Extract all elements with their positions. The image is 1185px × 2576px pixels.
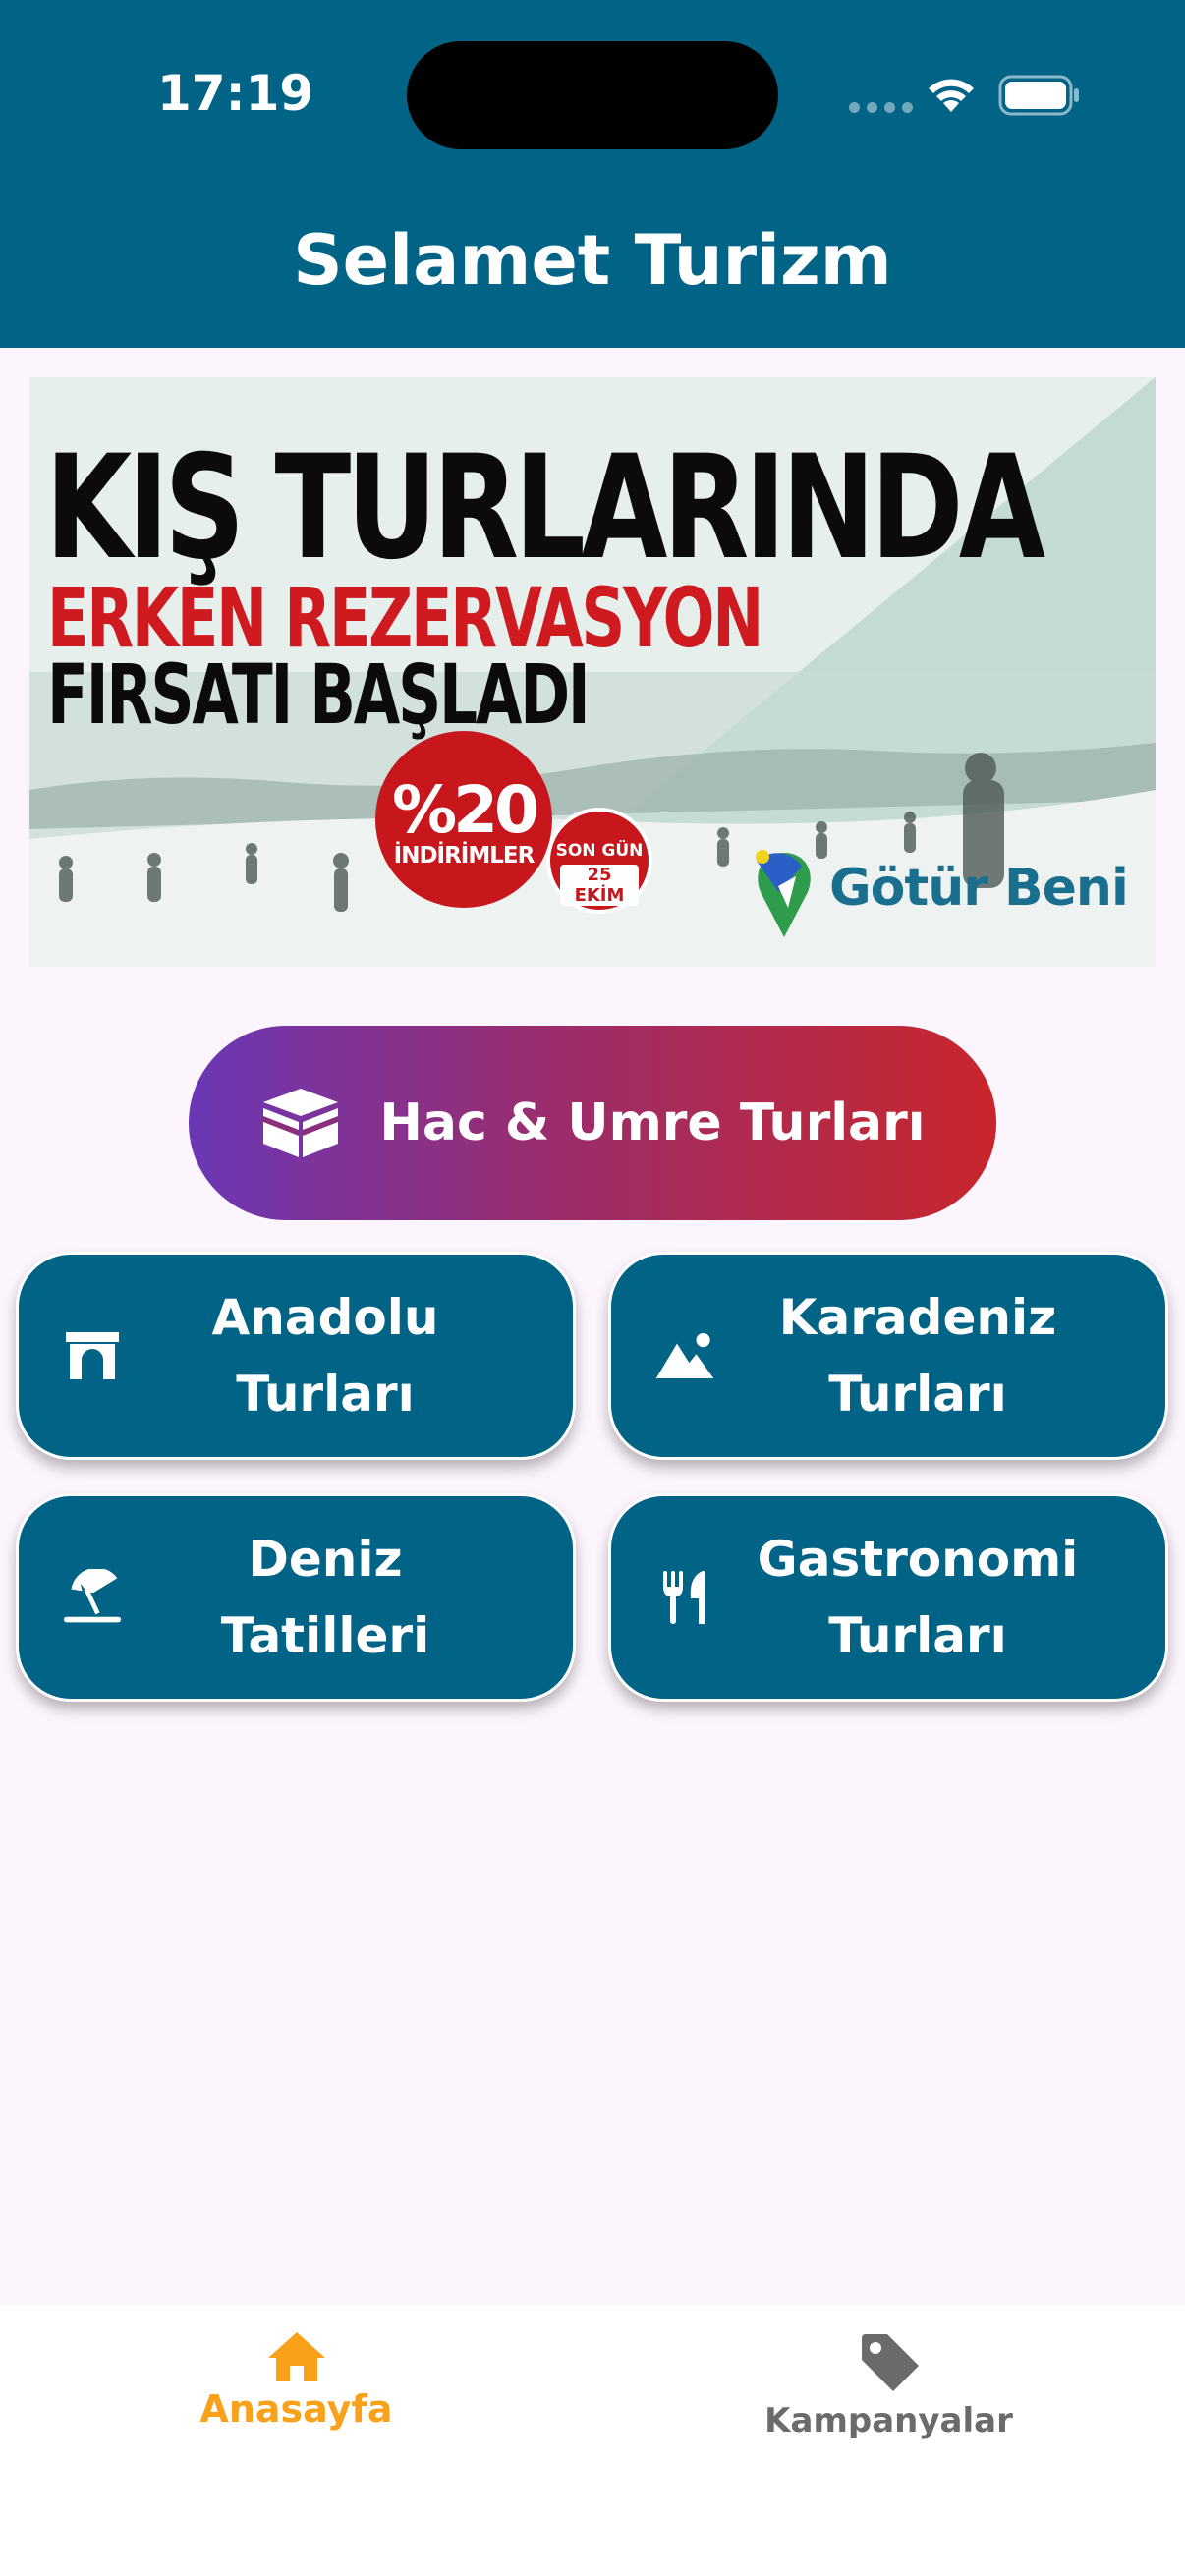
banner-headline: KIŞ TURLARINDA (45, 424, 1045, 591)
tab-campaigns[interactable]: Kampanyalar (592, 2305, 1185, 2472)
tab-home-label: Anasayfa (199, 2387, 393, 2431)
home-icon (267, 2332, 325, 2381)
kaaba-icon (263, 1089, 339, 1157)
anatolia-tours-card[interactable]: Anadolu Turları (16, 1252, 576, 1460)
tag-icon (861, 2334, 919, 2391)
battery-icon (998, 75, 1079, 116)
deadline-badge: SON GÜN 25 EKİM (546, 808, 652, 914)
beach-umbrella-icon (62, 1567, 123, 1628)
dynamic-island (407, 41, 778, 149)
beach-holidays-card[interactable]: Deniz Tatilleri (16, 1493, 576, 1702)
mountain-icon (654, 1325, 715, 1386)
beach-holidays-line2: Tatilleri (220, 1607, 430, 1664)
deadline-line1: SON GÜN (555, 841, 644, 861)
app-header: 17:19 Selamet Turizm (0, 0, 1185, 348)
anatolia-tours-line1: Anadolu (211, 1289, 439, 1346)
discount-label: İNDİRİMLER (393, 843, 536, 868)
hajj-umrah-button[interactable]: Hac & Umre Turları (189, 1026, 996, 1220)
banner-subheadline-black: FIRSATI BAŞLADI (47, 646, 591, 743)
gastronomy-tours-line2: Turları (828, 1607, 1007, 1664)
bottom-tab-bar: Anasayfa Kampanyalar (0, 2305, 1185, 2576)
tab-home[interactable]: Anasayfa (0, 2305, 592, 2472)
wifi-icon (929, 79, 974, 112)
brand-name: Götür Beni (829, 859, 1129, 918)
gastronomy-tours-line1: Gastronomi (757, 1531, 1079, 1588)
fork-knife-icon (654, 1567, 715, 1628)
cellular-signal-icon (849, 102, 913, 113)
hajj-umrah-label: Hac & Umre Turları (379, 1093, 926, 1152)
beach-holidays-line1: Deniz (248, 1531, 403, 1588)
deadline-line2: 25 EKİM (560, 865, 639, 906)
status-time: 17:19 (157, 65, 314, 122)
anatolia-tours-line2: Turları (236, 1366, 415, 1423)
black-sea-tours-line2: Turları (828, 1366, 1007, 1423)
brand-logo-icon (756, 850, 811, 937)
app-title: Selamet Turizm (293, 220, 892, 301)
black-sea-tours-card[interactable]: Karadeniz Turları (608, 1252, 1168, 1460)
gastronomy-tours-card[interactable]: Gastronomi Turları (608, 1493, 1168, 1702)
discount-badge: %20 İNDİRİMLER (375, 731, 552, 908)
promo-banner[interactable]: KIŞ TURLARINDA ERKEN REZERVASYON FIRSATI… (29, 377, 1156, 967)
black-sea-tours-line1: Karadeniz (778, 1289, 1057, 1346)
discount-value: %20 (392, 772, 539, 848)
archway-icon (62, 1325, 123, 1386)
tab-campaigns-label: Kampanyalar (764, 2401, 1013, 2440)
